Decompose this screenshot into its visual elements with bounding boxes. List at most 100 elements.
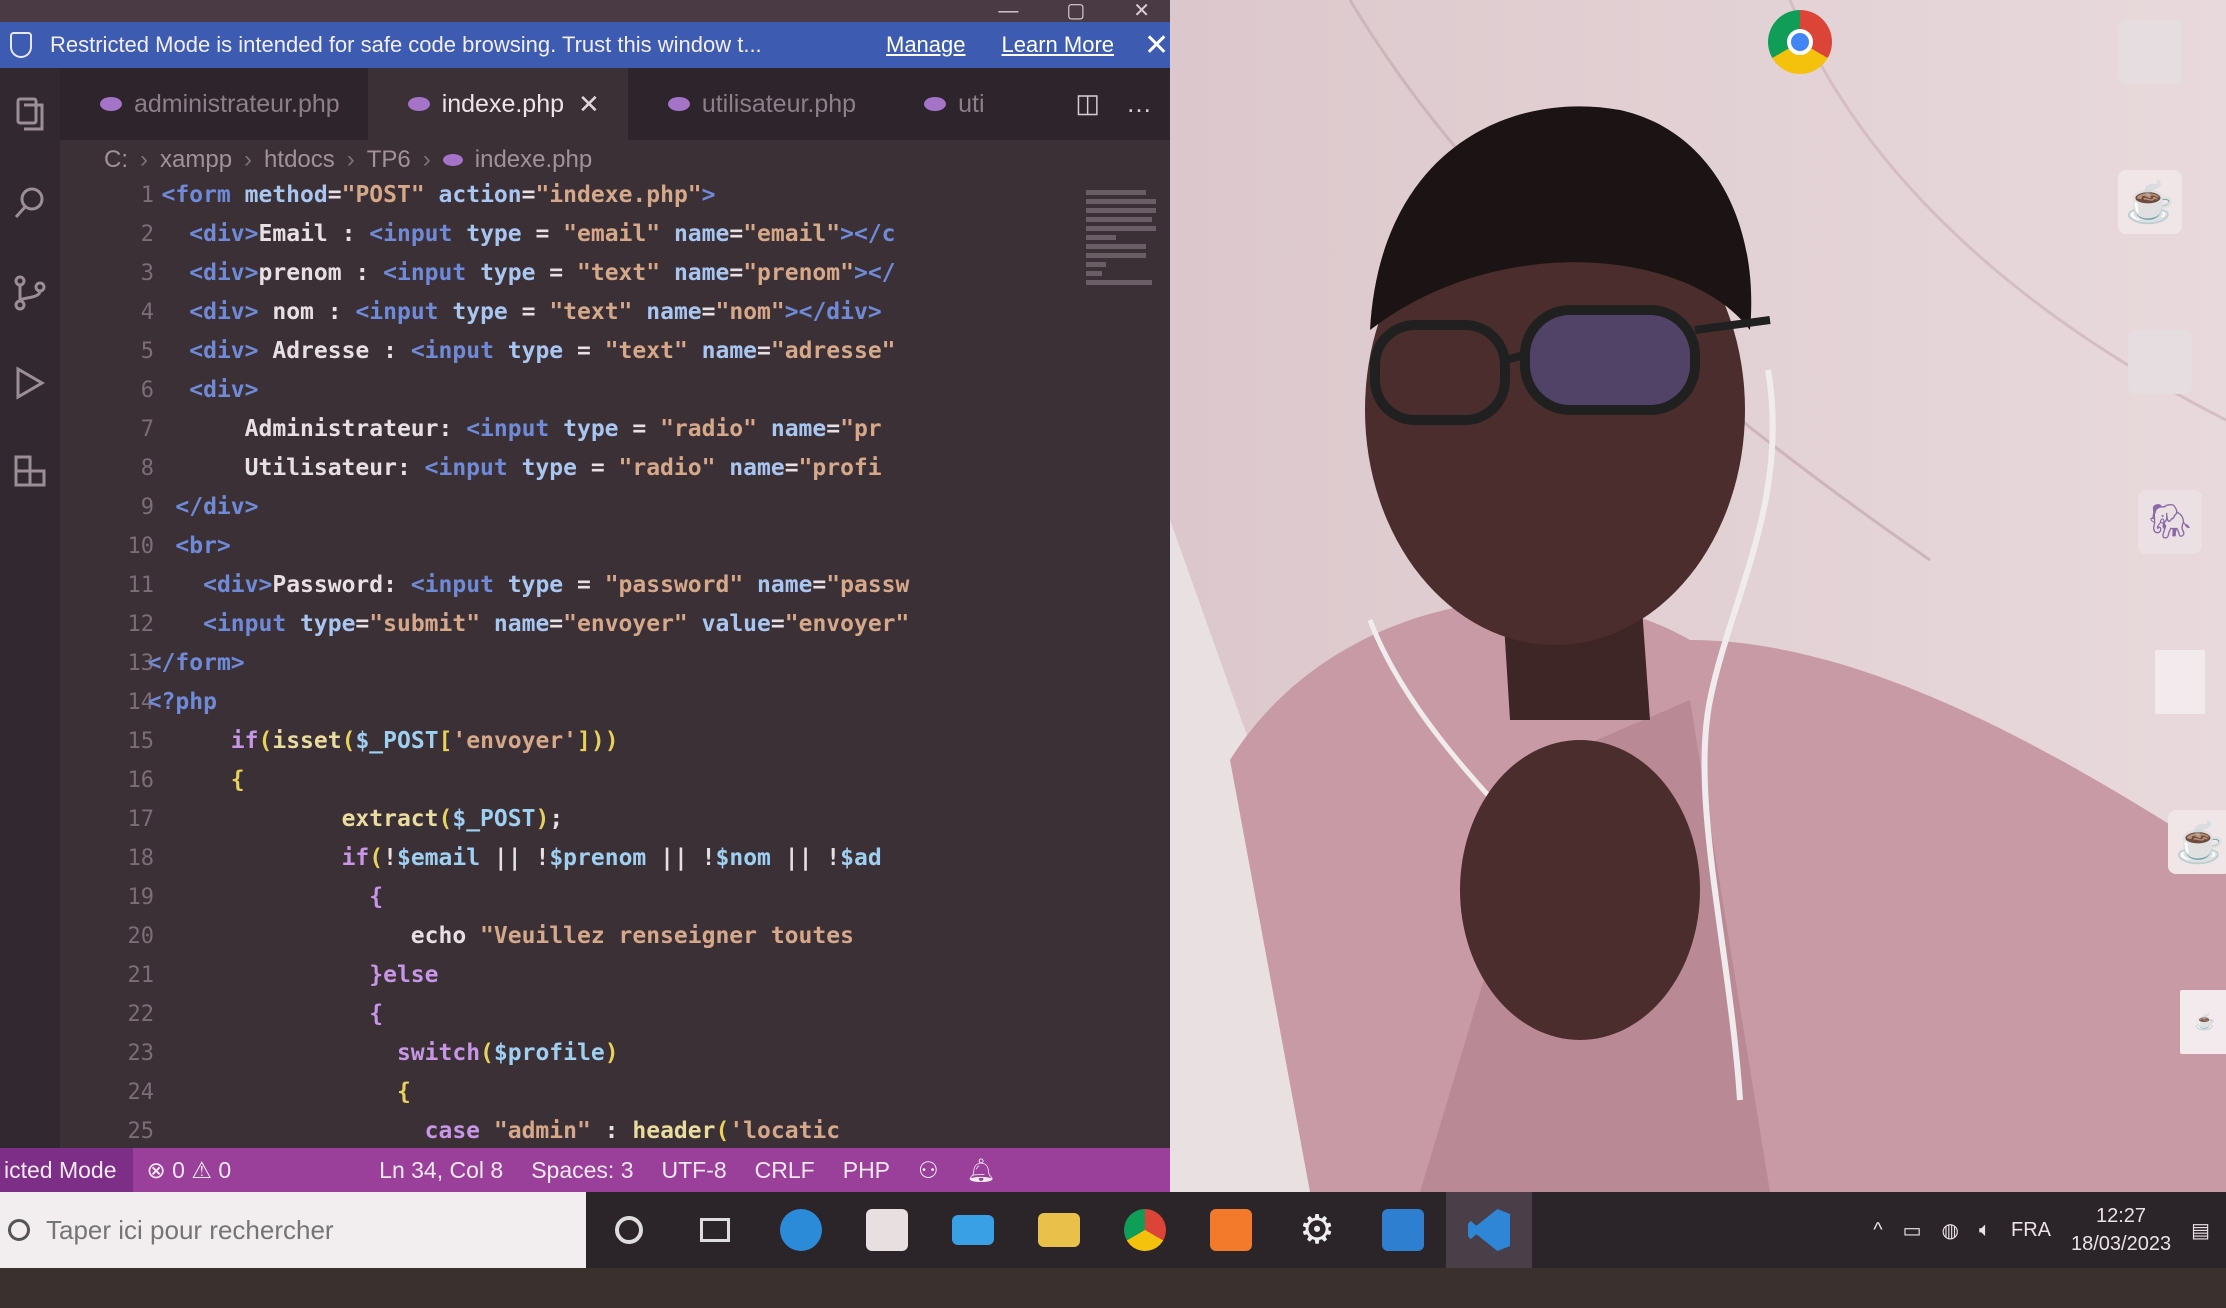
- breadcrumb-item[interactable]: C:: [104, 146, 128, 174]
- taskbar-media[interactable]: [1360, 1192, 1446, 1268]
- desktop-icon-java[interactable]: ☕: [2090, 170, 2210, 234]
- maximize-button[interactable]: ▢: [1066, 0, 1085, 22]
- taskbar-mail[interactable]: [930, 1192, 1016, 1268]
- code-token: type: [521, 455, 577, 481]
- tab-administrateur[interactable]: administrateur.php: [60, 68, 368, 140]
- volume-icon[interactable]: 🔈︎: [1979, 1219, 1991, 1242]
- extensions-icon[interactable]: [0, 428, 60, 518]
- code-line[interactable]: Utilisateur: <input type = "radio" name=…: [120, 449, 1110, 488]
- taskbar-edge[interactable]: [758, 1192, 844, 1268]
- end-of-line[interactable]: CRLF: [741, 1157, 829, 1184]
- problems-indicator[interactable]: ⊗ 0 ⚠ 0: [133, 1157, 246, 1184]
- code-line[interactable]: extract($_POST);: [120, 800, 1110, 839]
- language-indicator[interactable]: FRA: [2011, 1219, 2051, 1242]
- close-tab-icon[interactable]: ✕: [578, 89, 600, 120]
- code-token: </form>: [147, 650, 245, 676]
- code-line[interactable]: case "admin" : header('locatic: [120, 1112, 1110, 1148]
- code-line[interactable]: if(isset($_POST['envoyer'])): [120, 722, 1110, 761]
- code-line[interactable]: if(!$email || !$prenom || !$nom || !$ad: [120, 839, 1110, 878]
- task-view-button[interactable]: [672, 1192, 758, 1268]
- code-line[interactable]: }else: [120, 956, 1110, 995]
- code-line[interactable]: <div>Email : <input type = "email" name=…: [120, 215, 1110, 254]
- chevron-up-icon[interactable]: ^: [1873, 1219, 1882, 1242]
- minimap[interactable]: [1086, 186, 1162, 306]
- source-control-icon[interactable]: [0, 248, 60, 338]
- desktop-icon-java-2[interactable]: ☕: [2140, 810, 2226, 874]
- taskbar-search-input[interactable]: [46, 1214, 566, 1246]
- code-line[interactable]: {: [120, 995, 1110, 1034]
- taskbar-vscode[interactable]: [1446, 1192, 1532, 1268]
- encoding[interactable]: UTF-8: [648, 1157, 741, 1184]
- feedback-icon[interactable]: ⚇: [904, 1157, 953, 1184]
- minimize-button[interactable]: —: [998, 0, 1018, 22]
- breadcrumb-item[interactable]: htdocs: [264, 146, 335, 174]
- edge-icon: [780, 1209, 822, 1251]
- tab-utilisateur[interactable]: utilisateur.php: [627, 68, 885, 140]
- cursor-position[interactable]: Ln 34, Col 8: [365, 1157, 517, 1184]
- desktop-icon-tp[interactable]: ☕: [2145, 990, 2226, 1054]
- desktop-icon-chrome[interactable]: [1740, 10, 1860, 100]
- code-line[interactable]: echo "Veuillez renseigner toutes: [120, 917, 1110, 956]
- network-icon[interactable]: ◍: [1942, 1218, 1959, 1243]
- desktop-icon-file[interactable]: [2120, 650, 2226, 714]
- taskbar-xampp[interactable]: [1188, 1192, 1274, 1268]
- tab-uti[interactable]: uti: [884, 68, 1013, 140]
- code-line[interactable]: <div> Adresse : <input type = "text" nam…: [120, 332, 1110, 371]
- code-line[interactable]: switch($profile): [120, 1034, 1110, 1073]
- editor-tabs: administrateur.php indexe.php ✕ utilisat…: [60, 68, 1170, 140]
- breadcrumb-item[interactable]: xampp: [160, 146, 232, 174]
- taskbar-chrome[interactable]: [1102, 1192, 1188, 1268]
- clock[interactable]: 12:27 18/03/2023: [2071, 1202, 2171, 1258]
- taskbar-settings[interactable]: ⚙: [1274, 1192, 1360, 1268]
- code-line[interactable]: {: [120, 761, 1110, 800]
- learn-more-link[interactable]: Learn More: [1002, 32, 1115, 58]
- explorer-icon[interactable]: [0, 68, 60, 158]
- run-debug-icon[interactable]: [0, 338, 60, 428]
- code-line[interactable]: <div> nom : <input type = "text" name="n…: [120, 293, 1110, 332]
- code-line[interactable]: {: [120, 878, 1110, 917]
- code-editor[interactable]: 1 2 3 4 5 6 7 8 9 10 11 12 13 14 15 16 17 18 19 20 21 22 23 24 2…: [60, 176, 1170, 1148]
- code-line[interactable]: {: [120, 1073, 1110, 1112]
- indentation[interactable]: Spaces: 3: [517, 1157, 647, 1184]
- code-line[interactable]: <input type="submit" name="envoyer" valu…: [120, 605, 1110, 644]
- more-actions-icon[interactable]: …: [1126, 88, 1152, 119]
- code-line[interactable]: <?php: [120, 683, 1110, 722]
- webcam-person-image: [1170, 0, 2226, 1192]
- code-token: </div>: [175, 494, 259, 520]
- code-line[interactable]: </div>: [120, 488, 1110, 527]
- taskbar-store[interactable]: [844, 1192, 930, 1268]
- code-line[interactable]: Administrateur: <input type = "radio" na…: [120, 410, 1110, 449]
- code-line[interactable]: <br>: [120, 527, 1110, 566]
- taskbar-explorer[interactable]: [1016, 1192, 1102, 1268]
- bell-icon[interactable]: 🔔︎: [953, 1157, 1010, 1184]
- desktop-icon-search[interactable]: [2090, 20, 2210, 84]
- search-icon[interactable]: [0, 158, 60, 248]
- battery-icon[interactable]: ▭: [1903, 1218, 1922, 1243]
- code-token: "password": [604, 572, 758, 598]
- language-mode[interactable]: PHP: [829, 1157, 904, 1184]
- banner-close-icon[interactable]: ✕: [1144, 28, 1169, 63]
- desktop-icon-app[interactable]: [2100, 330, 2220, 394]
- code-line[interactable]: <div>Password: <input type = "password" …: [120, 566, 1110, 605]
- breadcrumb-item[interactable]: indexe.php: [475, 146, 592, 174]
- breadcrumb-item[interactable]: TP6: [367, 146, 411, 174]
- restricted-mode-indicator[interactable]: icted Mode: [0, 1148, 133, 1192]
- code-line[interactable]: <form method="POST" action="indexe.php">: [120, 176, 1110, 215]
- code-token: if: [341, 845, 370, 871]
- manage-link[interactable]: Manage: [886, 32, 966, 58]
- split-editor-icon[interactable]: ◫: [1075, 88, 1100, 119]
- taskbar-search[interactable]: [0, 1192, 586, 1268]
- code-line[interactable]: </form>: [120, 644, 1110, 683]
- code-token: (: [258, 728, 273, 754]
- desktop-icon-php[interactable]: 🐘︎: [2110, 490, 2226, 554]
- cortana-button[interactable]: [586, 1192, 672, 1268]
- code-area[interactable]: <form method="POST" action="indexe.php">…: [120, 176, 1110, 1148]
- close-window-button[interactable]: ✕: [1133, 0, 1150, 22]
- code-line[interactable]: <div>: [120, 371, 1110, 410]
- chevron-right-icon: ›: [346, 146, 355, 173]
- code-line[interactable]: <div>prenom : <input type = "text" name=…: [120, 254, 1110, 293]
- notification-icon[interactable]: ▤: [2191, 1218, 2210, 1243]
- code-token: <input: [410, 572, 508, 598]
- tab-indexe[interactable]: indexe.php ✕: [367, 68, 628, 140]
